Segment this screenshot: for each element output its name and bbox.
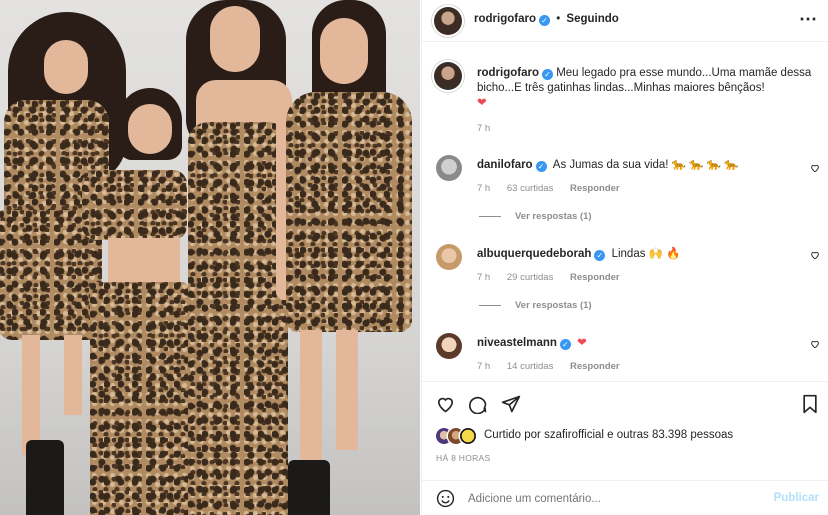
comment-like-heart-icon[interactable] [810, 250, 820, 260]
comment-time: 7 h [477, 361, 491, 372]
reply-button[interactable]: Responder [570, 183, 620, 194]
comment-icon[interactable] [468, 394, 488, 414]
comment-likes[interactable]: 29 curtidas [507, 272, 553, 283]
post-header: rodrigofaro ✓ • Seguindo ⋯ [422, 0, 828, 42]
verified-icon: ✓ [541, 69, 553, 80]
comment-item: niveastelmann ✓ ❤ 7 h 14 curtidas Respond… [422, 330, 828, 380]
comment-likes[interactable]: 14 curtidas [507, 361, 553, 372]
author-avatar[interactable] [434, 7, 462, 35]
emoji-icon[interactable] [436, 489, 455, 508]
comment-username[interactable]: niveastelmann [477, 337, 557, 349]
more-options-icon[interactable]: ⋯ [799, 9, 817, 30]
reply-button[interactable]: Responder [570, 272, 620, 283]
likes-prefix: Curtido por [484, 429, 541, 441]
commenter-avatar[interactable] [436, 333, 462, 359]
comment-text: ❤ [577, 337, 587, 349]
likes-count[interactable]: 83.398 [652, 429, 687, 441]
verified-icon: ✓ [538, 15, 550, 26]
verified-icon: ✓ [559, 339, 571, 350]
verified-icon: ✓ [594, 250, 606, 261]
post-time: HÁ 8 HORAS [436, 453, 491, 463]
likes-row: Curtido por szafirofficial e outras 83.3… [436, 426, 826, 446]
post-photo[interactable] [0, 0, 420, 515]
view-replies-button[interactable]: Ver respostas (1) [515, 300, 592, 311]
comment-like-heart-icon[interactable] [810, 339, 820, 349]
commenter-avatar[interactable] [436, 155, 462, 181]
comment-time: 7 h [477, 272, 491, 283]
comment-item: danilofaro ✓ As Jumas da sua vida! 🐆 🐆 🐆 … [422, 152, 828, 232]
action-bar [422, 381, 828, 423]
author-username[interactable]: rodrigofaro [474, 13, 536, 25]
post-panel: rodrigofaro ✓ • Seguindo ⋯ rodrigofaro ✓ M… [421, 0, 828, 515]
comment-username[interactable]: danilofaro [477, 159, 533, 171]
caption-heart-emoji: ❤ [477, 97, 487, 109]
replies-divider [479, 215, 501, 217]
add-comment-bar: Publicar [422, 480, 828, 515]
caption-username[interactable]: rodrigofaro [477, 67, 539, 79]
caption-avatar[interactable] [434, 62, 462, 90]
follow-status-button[interactable]: Seguindo [566, 13, 618, 25]
view-replies-button[interactable]: Ver respostas (1) [515, 211, 592, 222]
replies-divider [479, 304, 501, 306]
comment-time: 7 h [477, 183, 491, 194]
liker-avatar [460, 428, 476, 444]
comment-item: albuquerquedeborah ✓ Lindas 🙌 🔥 7 h 29 cu… [422, 241, 828, 321]
likes-suffix: e outras [607, 429, 649, 441]
publish-button[interactable]: Publicar [774, 492, 819, 504]
liker-avatars[interactable] [436, 428, 482, 444]
share-icon[interactable] [501, 394, 521, 414]
liker-username[interactable]: szafirofficial [544, 429, 604, 441]
commenter-avatar[interactable] [436, 244, 462, 270]
comment-input[interactable] [468, 489, 758, 509]
comment-likes[interactable]: 63 curtidas [507, 183, 553, 194]
comment-text: Lindas 🙌 🔥 [611, 248, 681, 260]
bookmark-icon[interactable] [801, 394, 819, 414]
heart-icon[interactable] [435, 394, 456, 414]
reply-button[interactable]: Responder [570, 361, 620, 372]
separator-dot: • [556, 13, 561, 25]
comment-username[interactable]: albuquerquedeborah [477, 248, 591, 260]
likes-unit[interactable]: pessoas [690, 429, 733, 441]
comment-like-heart-icon[interactable] [810, 163, 820, 173]
verified-icon: ✓ [535, 161, 547, 172]
comment-text: As Jumas da sua vida! 🐆 🐆 🐆 🐆 [552, 159, 739, 171]
caption-time: 7 h [477, 123, 491, 134]
